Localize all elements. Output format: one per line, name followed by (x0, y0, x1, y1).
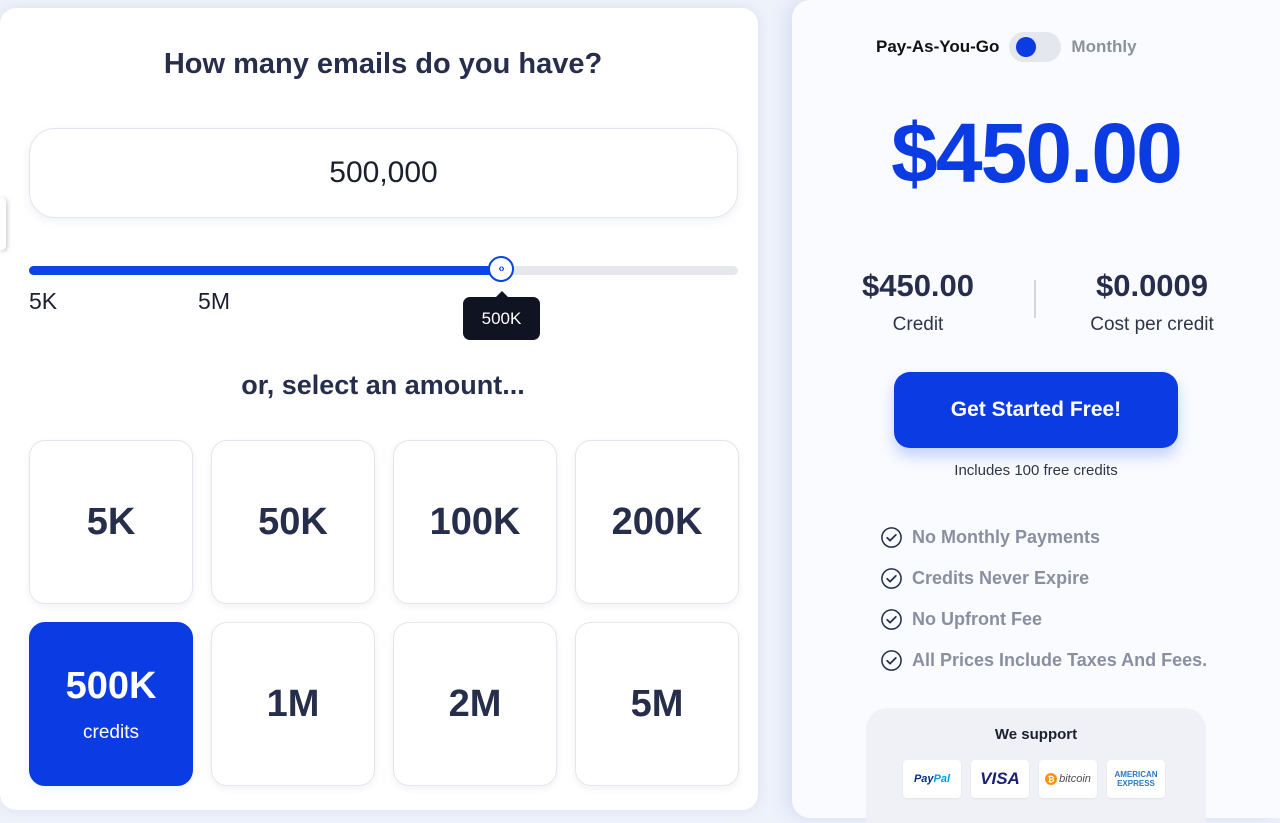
credit-label: Credit (892, 314, 944, 335)
slider-thumb[interactable]: ‹› (488, 256, 514, 282)
support-title: We support (994, 726, 1078, 743)
slider-track[interactable] (29, 266, 738, 275)
amount-option-label: 200K (611, 500, 703, 543)
credit-value: $450.00 (861, 268, 975, 303)
slider-fill (29, 266, 502, 275)
credit-stat: $450.00 Credit (808, 268, 1028, 336)
email-count-input[interactable] (29, 128, 738, 218)
visa-logo: VISA (971, 760, 1029, 798)
monthly-label[interactable]: Monthly (1071, 37, 1136, 57)
amount-options-grid: 5K 50K 100K 200K 500K credits 1M 2M 5M (29, 440, 739, 787)
payment-support-box: We support PayPal VISA ₿ bitcoin AMERICAN… (866, 708, 1206, 823)
check-circle-icon (881, 609, 902, 630)
toggle-knob (1016, 37, 1037, 57)
amount-option-50k[interactable]: 50K (211, 440, 375, 604)
amount-option-label: 5M (630, 682, 684, 725)
slider-min-label: 5K (29, 288, 58, 314)
slider-tooltip: 500K (463, 291, 540, 340)
feature-text: All Prices Include Taxes And Fees. (912, 650, 1208, 670)
get-started-button[interactable]: Get Started Free! (894, 372, 1178, 448)
amex-logo: AMERICAN EXPRESS (1107, 760, 1165, 798)
feature-list: No Monthly Payments Credits Never Expire… (880, 517, 1207, 681)
amount-option-label: 500K (65, 664, 157, 707)
feature-text: No Upfront Fee (912, 609, 1042, 629)
feature-item: All Prices Include Taxes And Fees. (880, 640, 1207, 681)
bitcoin-logo: ₿ bitcoin (1039, 760, 1097, 798)
amount-option-1m[interactable]: 1M (211, 622, 375, 786)
pay-as-you-go-label[interactable]: Pay-As-You-Go (876, 37, 999, 57)
drag-arrows-icon: ‹› (498, 263, 504, 275)
select-amount-heading: or, select an amount... (241, 370, 525, 400)
feature-text: Credits Never Expire (912, 568, 1090, 588)
payment-methods: PayPal VISA ₿ bitcoin AMERICAN EXPRESS (903, 760, 1165, 798)
amount-option-label: 50K (258, 500, 328, 543)
amount-option-label: 5K (86, 500, 136, 543)
amount-option-sublabel: credits (83, 721, 139, 743)
amount-option-label: 2M (448, 682, 502, 725)
free-credits-note: Includes 100 free credits (954, 462, 1118, 479)
billing-toggle: Pay-As-You-Go Monthly (876, 31, 1137, 63)
slider-max-label: 5M (198, 288, 230, 314)
amount-option-200k[interactable]: 200K (575, 440, 739, 604)
feature-item: No Upfront Fee (880, 599, 1207, 640)
amount-option-2m[interactable]: 2M (393, 622, 557, 786)
check-circle-icon (881, 650, 902, 671)
side-tab[interactable] (0, 198, 6, 250)
total-price: $450.00 (891, 106, 1183, 200)
calculator-panel: How many emails do you have? ‹› 5K 5M 50… (0, 8, 758, 810)
amount-option-label: 1M (266, 682, 320, 725)
amount-option-500k[interactable]: 500K credits (29, 622, 193, 786)
cost-per-credit-label: Cost per credit (1090, 314, 1214, 335)
amount-option-5m[interactable]: 5M (575, 622, 739, 786)
cost-per-credit-value: $0.0009 (1095, 268, 1209, 303)
amount-option-100k[interactable]: 100K (393, 440, 557, 604)
amount-option-label: 100K (429, 500, 521, 543)
paypal-logo: PayPal (903, 760, 961, 798)
feature-text: No Monthly Payments (912, 527, 1101, 547)
feature-item: Credits Never Expire (880, 558, 1207, 599)
billing-toggle-switch[interactable] (1009, 32, 1062, 62)
feature-item: No Monthly Payments (880, 517, 1207, 558)
pricing-panel: Pay-As-You-Go Monthly $450.00 $450.00 Cr… (792, 0, 1280, 823)
check-circle-icon (881, 527, 902, 548)
check-circle-icon (881, 568, 902, 589)
stat-divider (1034, 280, 1036, 318)
cost-per-credit-stat: $0.0009 Cost per credit (1042, 268, 1262, 336)
amount-option-5k[interactable]: 5K (29, 440, 193, 604)
question-heading: How many emails do you have? (163, 48, 603, 80)
